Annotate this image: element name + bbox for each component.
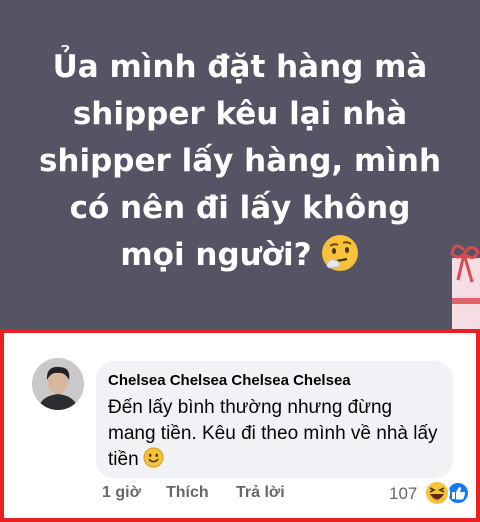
reaction-icons[interactable] [422,480,472,506]
post-text: Ủa mình đặt hàng mà shipper kêu lại nhà … [30,44,450,279]
like-button[interactable]: Thích [166,484,209,502]
avatar-photo [32,358,84,410]
post-line: có nên đi lấy không [69,190,411,226]
post-line-text: mọi người? [120,237,312,273]
haha-icon [424,480,450,506]
smiling-face-icon [143,447,164,468]
post-line: shipper kêu lại nhà [72,96,408,132]
post-line: shipper lấy hàng, mình [38,143,442,179]
comment-time[interactable]: 1 giờ [102,484,141,502]
avatar[interactable] [32,358,84,410]
reply-button[interactable]: Trả lời [236,484,285,502]
highlighted-comment-box: Chelsea Chelsea Chelsea Chelsea Đến lấy … [0,329,480,522]
post-card: Ủa mình đặt hàng mà shipper kêu lại nhà … [0,0,480,329]
post-line: Ủa mình đặt hàng mà [52,49,428,85]
comment-bubble: Chelsea Chelsea Chelsea Chelsea Đến lấy … [96,361,453,478]
post-line-last: mọi người? [30,232,450,279]
thinking-face-icon [321,234,358,271]
gift-ribbon-decoration [450,244,480,329]
comment-text-wrap: Đến lấy bình thường nhưng đừng mang tiền… [108,395,438,473]
like-icon [446,481,470,505]
comment-author[interactable]: Chelsea Chelsea Chelsea Chelsea [108,372,351,389]
reaction-count[interactable]: 107 [389,484,417,504]
